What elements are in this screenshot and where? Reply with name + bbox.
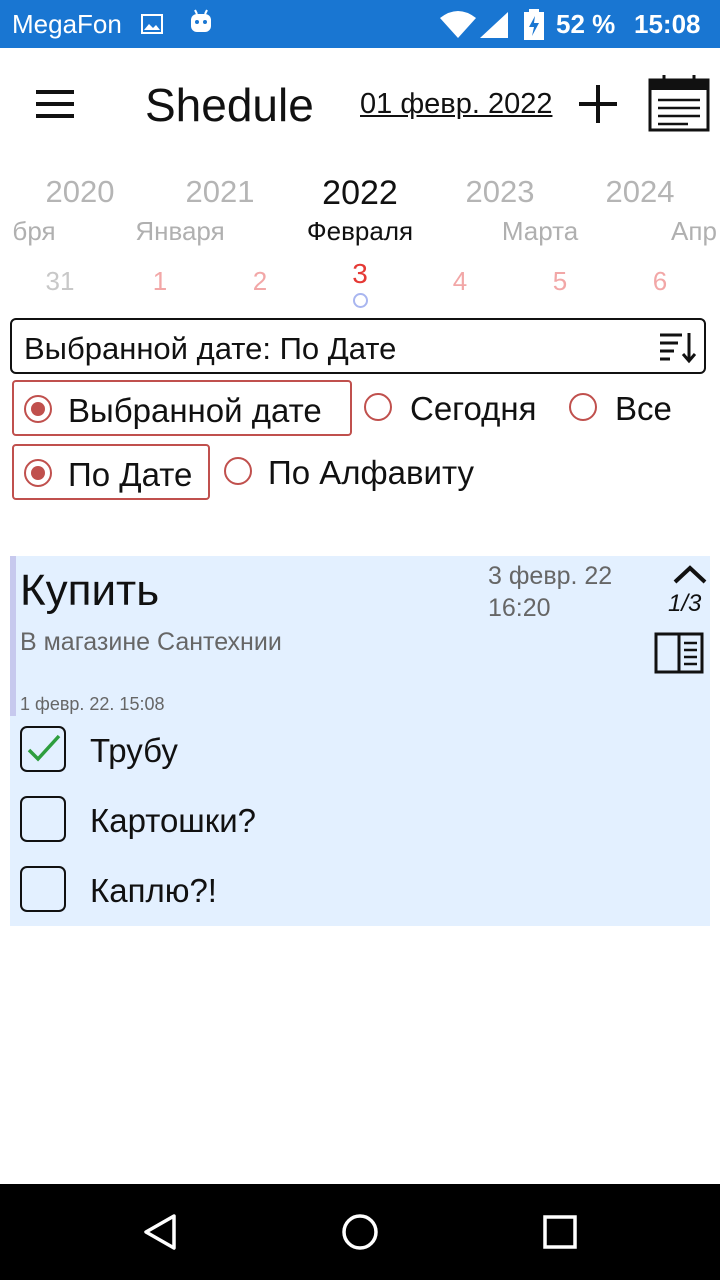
task-description: В магазине Сантехнии: [20, 628, 282, 656]
radio-label: По Алфавиту: [268, 454, 474, 491]
checklist-item[interactable]: Трубу: [20, 726, 620, 778]
checklist-item-text: Картошки?: [90, 802, 256, 839]
month-option[interactable]: Января: [135, 216, 224, 247]
day-option-selected[interactable]: 3: [352, 258, 368, 290]
carrier-name: MegaFon: [12, 9, 122, 39]
checklist-item[interactable]: Каплю?!: [20, 866, 620, 918]
year-option[interactable]: 2024: [606, 174, 675, 210]
month-picker[interactable]: бря Января Февраля Марта Апр: [0, 216, 720, 250]
day-option[interactable]: 2: [253, 266, 267, 297]
month-option[interactable]: Марта: [502, 216, 578, 247]
battery-percent: 52 %: [556, 9, 616, 39]
status-clock: 15:08: [634, 9, 701, 39]
checkbox-unchecked[interactable]: [20, 796, 66, 842]
android-notification-icon: [191, 9, 211, 32]
radio-all[interactable]: Все: [567, 380, 697, 436]
signal-icon: [480, 12, 508, 38]
card-accent-bar: [10, 556, 16, 716]
day-option[interactable]: 6: [653, 266, 667, 297]
month-option[interactable]: бря: [12, 216, 55, 247]
chevron-up-icon[interactable]: [672, 562, 708, 586]
menu-button[interactable]: [36, 90, 76, 120]
checkbox-unchecked[interactable]: [20, 866, 66, 912]
year-picker[interactable]: 2020 2021 2022 2023 2024: [0, 174, 720, 214]
details-view-icon[interactable]: [654, 632, 704, 674]
current-date-link[interactable]: 01 февр. 2022: [360, 88, 552, 121]
day-option[interactable]: 5: [553, 266, 567, 297]
day-option[interactable]: 1: [153, 266, 167, 297]
battery-charging-icon: [524, 9, 544, 40]
day-option[interactable]: 31: [46, 266, 75, 297]
task-due-date: 3 февр. 22: [488, 562, 613, 590]
task-due-time: 16:20: [488, 594, 551, 622]
home-icon[interactable]: [340, 1212, 380, 1252]
add-icon[interactable]: [576, 82, 620, 126]
filter-summary: Выбранной дате: По Дате: [24, 331, 397, 366]
task-created-timestamp: 1 февр. 22. 15:08: [20, 694, 165, 714]
checkbox-checked[interactable]: [20, 726, 66, 772]
wifi-icon: [440, 11, 476, 38]
status-bar: MegaFon 52 % 15:08: [0, 0, 720, 48]
checklist-item-text: Каплю?!: [90, 872, 217, 909]
day-option[interactable]: 4: [453, 266, 467, 297]
year-option[interactable]: 2021: [186, 174, 255, 210]
task-title: Купить: [20, 566, 160, 615]
checklist-item[interactable]: Картошки?: [20, 796, 620, 848]
app-title: Shedule: [145, 79, 314, 131]
radio-unchecked-icon: [224, 457, 252, 485]
radio-unchecked-icon: [569, 393, 597, 421]
menu-icon: [36, 90, 74, 94]
sort-radio-group: По Дате По Алфавиту: [0, 444, 720, 502]
radio-unchecked-icon: [364, 393, 392, 421]
radio-by-alphabet[interactable]: По Алфавиту: [222, 444, 522, 500]
check-icon: [27, 734, 61, 762]
filter-dropdown[interactable]: Выбранной дате: По Дате: [10, 318, 706, 374]
system-nav-bar: [0, 1184, 720, 1280]
radio-checked-icon: [24, 459, 52, 487]
radio-label: По Дате: [68, 456, 193, 493]
calendar-icon[interactable]: [648, 74, 710, 132]
checklist-item-text: Трубу: [90, 732, 178, 769]
radio-label: Выбранной дате: [68, 392, 322, 429]
radio-today[interactable]: Сегодня: [362, 380, 562, 436]
image-notification-icon: [141, 14, 163, 34]
year-option[interactable]: 2023: [466, 174, 535, 210]
app-bar: Shedule 01 февр. 2022: [0, 48, 720, 160]
radio-selected-date[interactable]: Выбранной дате: [12, 380, 352, 436]
year-option-selected[interactable]: 2022: [322, 174, 398, 213]
radio-label: Все: [615, 390, 672, 427]
month-option-selected[interactable]: Февраля: [307, 216, 413, 247]
radio-by-date[interactable]: По Дате: [12, 444, 210, 500]
radio-label: Сегодня: [410, 390, 537, 427]
scope-radio-group: Выбранной дате Сегодня Все: [0, 380, 720, 438]
task-card[interactable]: Купить В магазине Сантехнии 3 февр. 22 1…: [10, 556, 710, 926]
recents-icon[interactable]: [540, 1212, 580, 1252]
year-option[interactable]: 2020: [46, 174, 115, 210]
item-counter: 1/3: [668, 590, 702, 617]
radio-checked-icon: [24, 395, 52, 423]
sort-icon: [660, 333, 696, 364]
month-option[interactable]: Апр: [671, 216, 717, 247]
back-icon[interactable]: [140, 1212, 180, 1252]
event-indicator-dot: [353, 293, 368, 308]
